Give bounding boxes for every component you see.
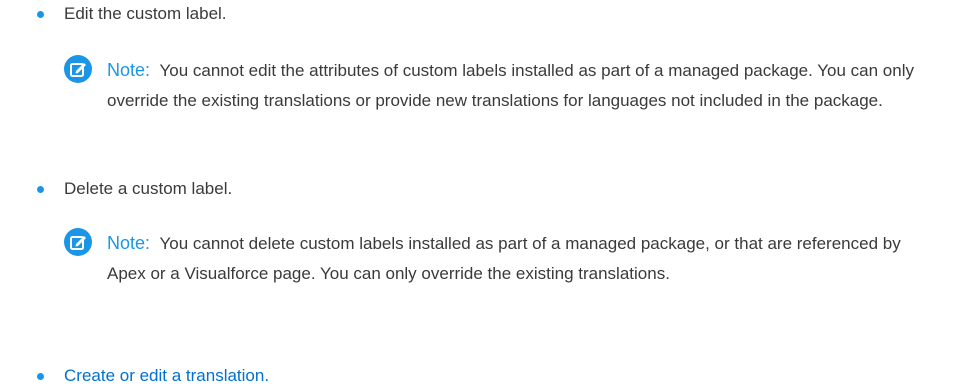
bullet-icon: [37, 11, 44, 18]
create-translation-link[interactable]: Create or edit a translation.: [64, 366, 269, 386]
note-edit-icon: [64, 55, 92, 83]
note-label: Note:: [107, 60, 151, 80]
note-edit-icon: [64, 228, 92, 256]
note-text: You cannot delete custom labels installe…: [107, 234, 901, 283]
note-label: Note:: [107, 233, 151, 253]
note-callout: Note: You cannot edit the attributes of …: [64, 55, 928, 116]
note-text: You cannot edit the attributes of custom…: [107, 61, 914, 110]
bullet-icon: [37, 373, 44, 380]
bullet-icon: [37, 186, 44, 193]
note-body: Note: You cannot delete custom labels in…: [107, 228, 928, 289]
note-body: Note: You cannot edit the attributes of …: [107, 55, 928, 116]
note-callout: Note: You cannot delete custom labels in…: [64, 228, 928, 289]
list-item-text: Delete a custom label.: [64, 179, 233, 198]
list-item-text: Edit the custom label.: [64, 4, 227, 23]
